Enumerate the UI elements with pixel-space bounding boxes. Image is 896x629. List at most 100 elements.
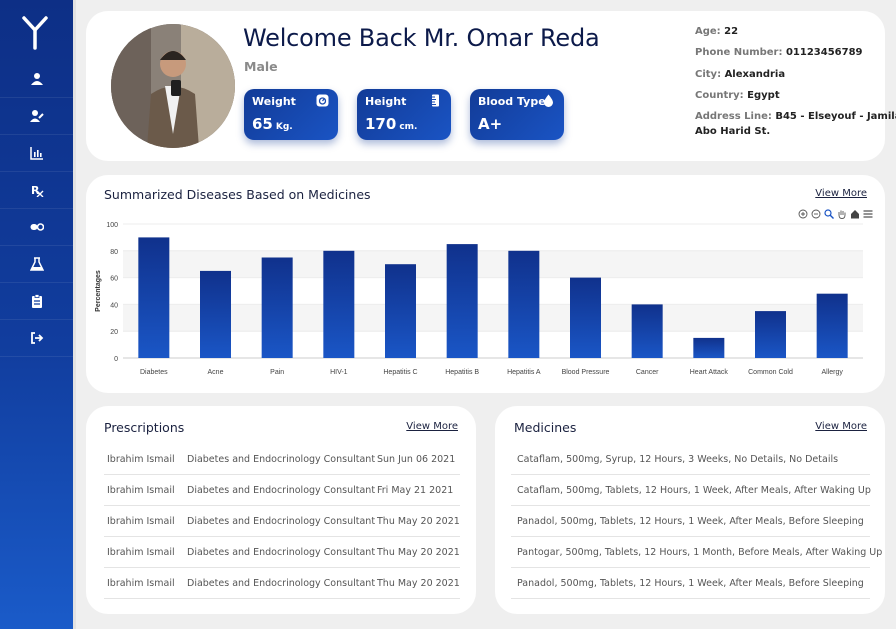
bar-common-cold[interactable] [755, 311, 786, 358]
medicine-details: Panadol, 500mg, Tablets, 12 Hours, 1 Wee… [517, 578, 864, 589]
doctor-icon [29, 110, 44, 122]
prescription-row[interactable]: Ibrahim Ismail Diabetes and Endocrinology… [104, 506, 460, 537]
nav-profile[interactable] [0, 61, 73, 98]
prescription-doctor: Ibrahim Ismail [107, 454, 175, 465]
bar-hepatitis-a[interactable] [508, 250, 540, 358]
y-tick-label: 80 [110, 249, 118, 256]
pills-icon [30, 223, 44, 231]
x-tick-label: Pain [270, 369, 284, 376]
medicines-title: Medicines [514, 420, 577, 435]
prescription-date: Thu May 20 2021 [377, 547, 460, 558]
city-info: City: Alexandria [695, 69, 785, 80]
nav-reports[interactable] [0, 283, 73, 320]
medicine-row[interactable]: Panadol, 500mg, Tablets, 12 Hours, 1 Wee… [511, 568, 870, 599]
nav-lab-tests[interactable] [0, 246, 73, 283]
prescription-doctor: Ibrahim Ismail [107, 547, 175, 558]
nav-doctors[interactable] [0, 98, 73, 135]
age-info: Age: 22 [695, 26, 738, 37]
prescription-specialty: Diabetes and Endocrinology Consultant [187, 516, 376, 527]
chart-view-more-link[interactable]: View More [815, 188, 867, 199]
bar-hepatitis-c[interactable] [385, 264, 416, 358]
bar-acne[interactable] [200, 270, 231, 358]
stats-icon [29, 147, 43, 160]
weight-unit: Kg. [275, 122, 293, 132]
medicine-row[interactable]: Cataflam, 500mg, Tablets, 12 Hours, 1 We… [511, 475, 871, 506]
medicine-details: Panadol, 500mg, Tablets, 12 Hours, 1 Wee… [517, 516, 864, 527]
bar-hiv-1[interactable] [323, 250, 355, 358]
height-value: 170 [365, 115, 397, 133]
bar-diabetes[interactable] [138, 237, 170, 358]
bar-cancer[interactable] [631, 304, 663, 358]
height-unit: cm. [399, 122, 418, 132]
prescription-doctor: Ibrahim Ismail [107, 578, 175, 589]
x-tick-label: Allergy [821, 369, 843, 376]
address-label: Address Line: [695, 111, 772, 122]
prescriptions-card: Prescriptions View More Ibrahim Ismail Di… [86, 406, 476, 614]
prescription-specialty: Diabetes and Endocrinology Consultant [187, 578, 376, 589]
nav-logout[interactable] [0, 320, 73, 357]
y-tick-label: 40 [110, 302, 118, 309]
city-value: Alexandria [724, 69, 786, 80]
bar-allergy[interactable] [816, 293, 848, 358]
nav-prescriptions[interactable]: R [0, 172, 73, 209]
medicines-view-more-link[interactable]: View More [815, 421, 867, 432]
bar-pain[interactable] [261, 257, 293, 359]
city-label: City: [695, 69, 722, 80]
prescriptions-view-more-link[interactable]: View More [406, 421, 458, 432]
profile-card: Welcome Back Mr. Omar Reda Male Weight 6… [86, 11, 896, 161]
y-tick-label: 100 [106, 222, 118, 229]
phone-info: Phone Number: 01123456789 [695, 47, 863, 58]
prescription-doctor: Ibrahim Ismail [107, 516, 175, 527]
prescription-date: Fri May 21 2021 [377, 485, 454, 496]
bar-blood-pressure[interactable] [570, 277, 601, 358]
nav-medicines[interactable] [0, 209, 73, 246]
address-value-line2: Abo Harid St. [695, 126, 771, 137]
blood-type-card: Blood Type A+ [470, 89, 564, 140]
medicine-row[interactable]: Panadol, 500mg, Tablets, 12 Hours, 1 Wee… [511, 506, 870, 537]
logout-icon [30, 332, 43, 344]
prescription-row[interactable]: Ibrahim Ismail Diabetes and Endocrinology… [104, 444, 460, 475]
medicines-card: Medicines View More Cataflam, 500mg, Syr… [495, 406, 885, 614]
weight-value: 65 [252, 115, 273, 133]
bar-hepatitis-b[interactable] [446, 244, 478, 358]
app-logo[interactable] [22, 16, 48, 50]
medicine-row[interactable]: Cataflam, 500mg, Syrup, 12 Hours, 3 Week… [511, 444, 870, 475]
country-label: Country: [695, 90, 744, 101]
prescription-specialty: Diabetes and Endocrinology Consultant [187, 485, 376, 496]
height-label: Height [365, 95, 407, 108]
prescription-row[interactable]: Ibrahim Ismail Diabetes and Endocrinology… [104, 537, 460, 568]
y-axis-label: Percentages [95, 270, 102, 312]
bar-heart-attack[interactable] [693, 337, 725, 358]
x-tick-label: Diabetes [140, 369, 168, 376]
age-value: 22 [724, 26, 739, 37]
medicine-row[interactable]: Pantogar, 500mg, Tablets, 12 Hours, 1 Mo… [511, 537, 882, 568]
country-value: Egypt [747, 90, 780, 101]
user-icon [30, 73, 43, 85]
blood-drop-icon [544, 94, 553, 107]
y-tick-label: 60 [110, 276, 118, 283]
grid-band [123, 304, 863, 332]
x-tick-label: Common Cold [748, 369, 793, 376]
prescription-date: Thu May 20 2021 [377, 578, 460, 589]
age-label: Age: [695, 26, 721, 37]
prescriptions-title: Prescriptions [104, 420, 185, 435]
chart-title: Summarized Diseases Based on Medicines [104, 187, 371, 202]
x-tick-label: Acne [208, 369, 224, 376]
prescription-date: Thu May 20 2021 [377, 516, 460, 527]
sidebar: R [0, 0, 73, 629]
clipboard-icon [31, 294, 42, 308]
prescription-row[interactable]: Ibrahim Ismail Diabetes and Endocrinology… [104, 568, 460, 599]
blood-type-value: A+ [478, 115, 503, 133]
avatar[interactable] [111, 24, 235, 148]
address-value: B45 - Elseyouf - Jamila [775, 111, 896, 122]
welcome-heading: Welcome Back Mr. Omar Reda [243, 24, 600, 52]
prescription-specialty: Diabetes and Endocrinology Consultant [187, 547, 376, 558]
ruler-icon [432, 94, 439, 107]
nav-statistics[interactable] [0, 135, 73, 172]
phone-value: 01123456789 [785, 47, 863, 58]
x-tick-label: Hepatitis C [383, 369, 417, 376]
country-info: Country: Egypt [695, 90, 780, 101]
y-tick-label: 0 [114, 356, 118, 363]
prescription-row[interactable]: Ibrahim Ismail Diabetes and Endocrinology… [104, 475, 460, 506]
y-tick-label: 20 [110, 329, 118, 336]
